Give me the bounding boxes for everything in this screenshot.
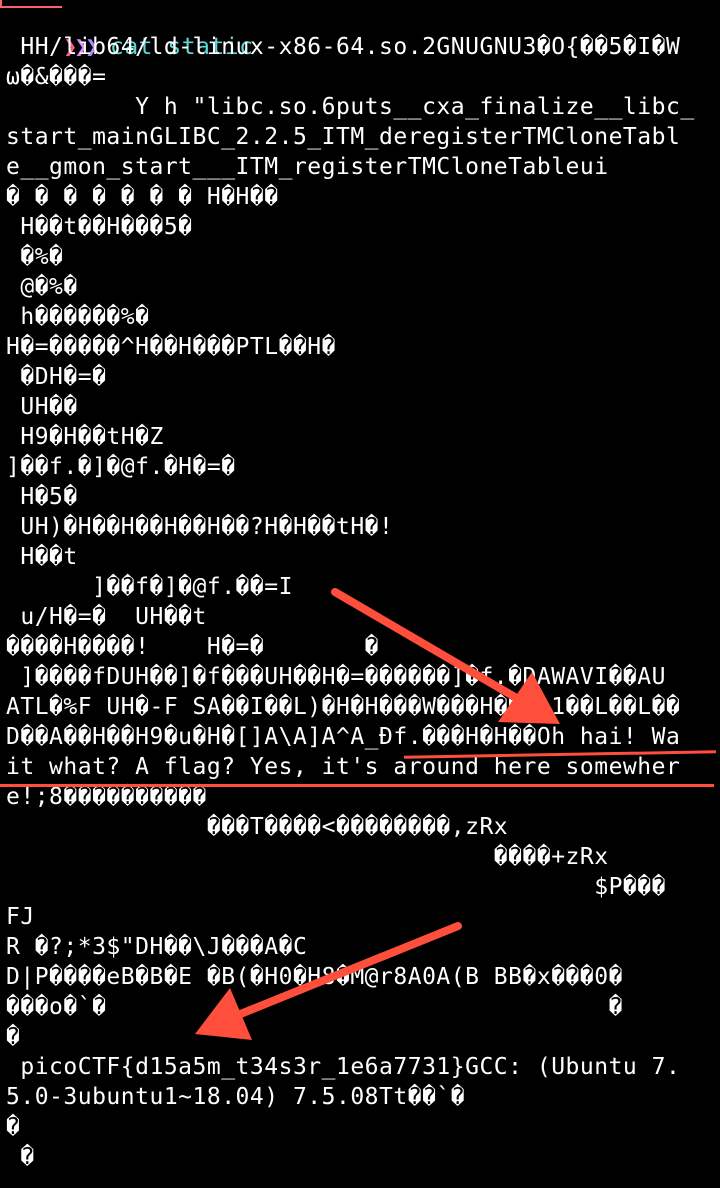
arrow-to-flag-icon [195,922,462,1040]
annotation-arrows [195,588,560,1040]
arrow-to-message-icon [331,588,560,724]
terminal-window[interactable]: ❯❯❯ cat static HH/lib64/ld-linux-x86-64.s… [0,0,720,1188]
